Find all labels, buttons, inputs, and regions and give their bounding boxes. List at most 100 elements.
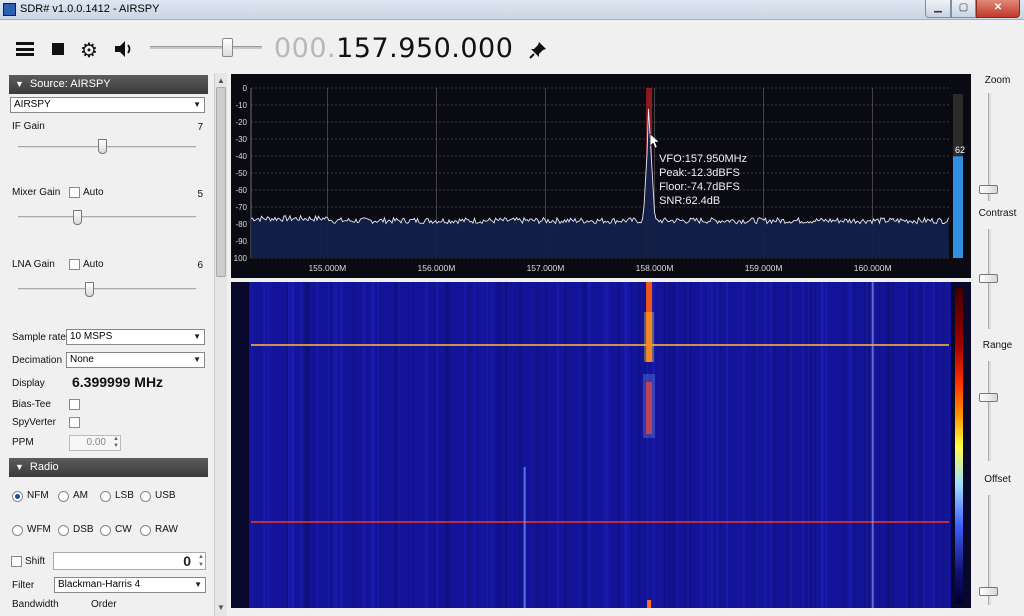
pin-icon[interactable] [528,40,548,60]
speaker-icon[interactable] [113,39,135,59]
mode-radio-nfm[interactable] [12,491,23,502]
mode-radio-cw[interactable] [100,525,111,536]
waterfall-texture [663,282,667,608]
waterfall-trace [523,467,526,608]
offset-slider-thumb[interactable] [979,587,998,596]
mixer-gain-slider-thumb[interactable] [72,210,82,225]
range-slider-thumb[interactable] [979,393,998,402]
shift-checkbox[interactable] [11,556,22,567]
scroll-down-icon[interactable]: ▼ [215,602,227,614]
waterfall-texture [813,282,816,608]
x-tick-label: 159.000M [745,263,783,273]
y-tick-label: -90 [235,237,247,246]
waterfall-texture [469,282,471,608]
if-gain-slider[interactable] [18,146,196,148]
vfo-frequency-display[interactable]: 000.157.950.000 [274,33,513,64]
ppm-input[interactable]: 0.00 ▲ ▼ [69,435,121,451]
offset-label: Offset [984,474,1011,485]
maximize-button[interactable]: ▢ [951,0,976,18]
bias-tee-checkbox[interactable] [69,399,80,410]
y-tick-label: 100 [234,254,248,263]
waterfall-texture [464,282,466,608]
decimation-select[interactable]: None ▼ [66,352,205,368]
waterfall-texture [710,282,714,608]
mode-label-nfm: NFM [27,490,49,501]
scroll-up-icon[interactable]: ▲ [215,75,227,87]
frequency-value: 157.950.000 [336,33,514,64]
contrast-slider-thumb[interactable] [979,274,998,283]
scrollbar-thumb[interactable] [216,87,226,277]
waterfall-texture [824,282,828,608]
waterfall-texture [379,282,381,608]
stop-icon[interactable] [52,43,64,55]
range-slider[interactable] [988,361,991,461]
radio-section-header[interactable]: ▼ Radio [9,458,208,477]
waterfall-texture [537,282,540,608]
lna-auto-label: Auto [83,259,104,270]
mode-radio-raw[interactable] [140,525,151,536]
left-panel-scrollbar[interactable]: ▲ ▼ [214,73,227,616]
waterfall-texture [496,282,499,608]
waterfall-texture [583,282,586,608]
waterfall-texture [410,282,414,608]
waterfall-texture [700,282,703,608]
filter-select[interactable]: Blackman-Harris 4 ▼ [54,577,206,593]
source-device-value: AIRSPY [14,99,51,110]
volume-slider-thumb[interactable] [222,38,233,57]
waterfall-texture [285,282,289,608]
waterfall-texture [468,282,470,608]
waterfall-texture [785,282,789,608]
lna-gain-slider-thumb[interactable] [85,282,95,297]
waterfall-texture [628,282,630,608]
source-section-header[interactable]: ▼ Source: AIRSPY [9,75,208,94]
lna-gain-slider[interactable] [18,288,196,290]
waterfall-texture [637,282,639,608]
mode-radio-usb[interactable] [140,491,151,502]
waterfall-texture [475,282,477,608]
gear-icon[interactable]: ⚙ [80,38,98,63]
mode-radio-wfm[interactable] [12,525,23,536]
waterfall-texture [377,282,380,608]
waterfall-texture [623,282,627,608]
waterfall-texture [327,282,330,608]
waterfall-texture [329,282,332,608]
x-tick-label: 155.000M [308,263,346,273]
lna-auto-checkbox[interactable] [69,259,80,270]
shift-input[interactable]: 0 ▲ ▼ [53,552,206,570]
spin-arrows-icon[interactable]: ▲ ▼ [198,553,204,569]
minimize-button[interactable]: ▁ [925,0,951,18]
source-device-select[interactable]: AIRSPY ▼ [10,97,205,113]
waterfall-texture [352,282,356,608]
waterfall-texture [444,282,447,608]
spyverter-checkbox[interactable] [69,417,80,428]
y-tick-label: -10 [235,101,247,110]
bias-tee-label: Bias-Tee [12,399,51,410]
if-gain-slider-thumb[interactable] [97,139,107,154]
waterfall-texture [676,282,678,608]
mixer-auto-checkbox[interactable] [69,187,80,198]
sample-rate-select[interactable]: 10 MSPS ▼ [66,329,205,345]
waterfall-texture [906,282,908,608]
waterfall-display[interactable] [231,282,971,608]
waterfall-texture [780,282,782,608]
zoom-label: Zoom [984,75,1011,86]
waterfall-spur-trace [871,282,874,608]
menu-icon[interactable] [16,42,34,56]
mode-radio-dsb[interactable] [58,525,69,536]
mode-radio-am[interactable] [58,491,69,502]
lna-gain-label: LNA Gain [12,259,55,270]
volume-slider[interactable] [150,46,262,49]
left-panel: ▼ Source: AIRSPY AIRSPY ▼ IF Gain 7 Mixer … [0,73,228,616]
zoom-slider-thumb[interactable] [979,185,998,194]
mode-radio-lsb[interactable] [100,491,111,502]
waterfall-texture [912,282,914,608]
spectrum-analyzer[interactable]: 0 -10 -20 -30 -40 -50 -60 -70 -80 -90 100 155.000M 1… [231,74,971,278]
shift-value: 0 [183,553,191,569]
spin-arrows-icon[interactable]: ▲ ▼ [113,436,119,450]
close-button[interactable]: ✕ [976,0,1020,18]
ppm-label: PPM [12,437,34,448]
mixer-gain-slider[interactable] [18,216,196,218]
y-tick-label: -60 [235,186,247,195]
waterfall-texture [518,282,522,608]
waterfall-texture [671,282,675,608]
